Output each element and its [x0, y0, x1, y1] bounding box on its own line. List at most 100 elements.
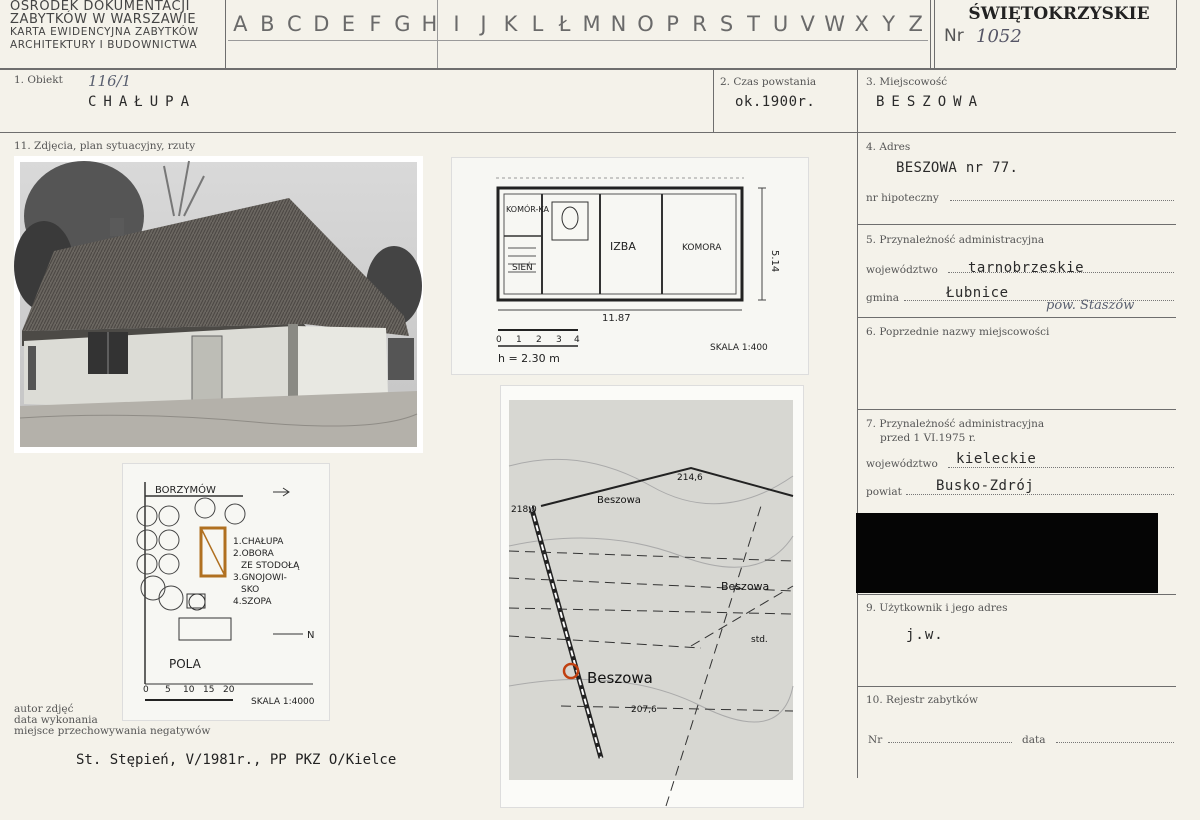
commune-value: Łubnice	[946, 285, 1009, 301]
scale-tick: 5	[165, 685, 171, 695]
legend-item: 4.SZOPA	[233, 597, 272, 607]
road-label: BORZYMÓW	[155, 483, 216, 496]
voivodeship-value: tarnobrzeskie	[968, 260, 1085, 276]
map-label: Beszowa	[597, 495, 641, 506]
index-letter: T	[747, 12, 760, 36]
field-6-label: 6. Poprzednie nazwy miejscowości	[866, 326, 1050, 338]
field-2-label: 2. Czas powstania	[720, 76, 817, 88]
index-letter: I	[453, 12, 460, 36]
index-letter: A	[233, 12, 248, 36]
cottage-photo-image	[14, 160, 422, 447]
author-line: St. Stępień, V/1981r., PP PKZ O/Kielce	[76, 752, 397, 768]
index-letter: R	[692, 12, 707, 36]
credits-labels: autor zdjęć data wykonania miejsce przec…	[14, 704, 210, 737]
voivodeship-label: województwo	[866, 264, 938, 276]
index-letter: S	[719, 12, 734, 36]
map-label: Beszowa	[587, 669, 653, 687]
former-county-label: powiat	[866, 486, 902, 498]
height-note: h = 2.30 m	[498, 352, 560, 365]
county-note: pow. Staszów	[1046, 298, 1135, 313]
index-letter: C	[286, 12, 302, 36]
index-letter: N	[610, 12, 627, 36]
index-letter: X	[854, 12, 869, 36]
field-11-label: 11. Zdjęcia, plan sytuacyjny, rzuty	[14, 140, 196, 152]
scale-tick: 1	[516, 335, 522, 345]
commune-label: gmina	[866, 292, 900, 304]
scale-tick: 4	[574, 335, 580, 345]
register-nr-label: Nr	[868, 734, 883, 746]
north-arrow: N	[307, 630, 314, 641]
institution-header: OŚRODEK DOKUMENTACJI ZABYTKÓW W WARSZAWI…	[10, 0, 225, 52]
floor-plan-scale: SKALA 1:400	[710, 343, 768, 353]
object-name: CHAŁUPA	[88, 94, 197, 110]
scale-tick: 15	[203, 685, 214, 695]
region-name: ŚWIĘTOKRZYSKIE	[968, 4, 1150, 24]
room-label-komorka: KOMÓR-KA	[506, 203, 550, 214]
index-letter: M	[582, 12, 601, 36]
field-7-sublabel: przed 1 VI.1975 r.	[880, 432, 976, 444]
former-voivodeship-value: kieleckie	[956, 451, 1037, 467]
index-letter: V	[800, 12, 815, 36]
object-code: 116/1	[88, 72, 132, 90]
former-voivodeship-label: województwo	[866, 458, 938, 470]
legend-item: ZE STODOŁĄ	[241, 561, 300, 571]
scale-tick: 20	[223, 685, 235, 695]
legend-item: SKO	[241, 585, 259, 595]
index-letter: F	[369, 12, 382, 36]
redacted-block	[856, 513, 1158, 593]
index-letter: E	[341, 12, 355, 36]
card-number: 1052	[976, 26, 1022, 47]
map-label: 214,6	[677, 473, 703, 483]
card-number-label: Nr	[944, 26, 964, 46]
index-letter: Z	[908, 12, 923, 36]
scale-tick: 0	[143, 685, 149, 695]
map-label: 207,6	[631, 705, 657, 715]
negative-place-label: miejsce przechowywania negatywów	[14, 725, 211, 737]
index-letter: K	[503, 12, 518, 36]
legend-item: 2.OBORA	[233, 549, 275, 559]
scale-tick: 2	[536, 335, 542, 345]
former-county-value: Busko-Zdrój	[936, 478, 1035, 494]
index-letter: U	[772, 12, 789, 36]
map-label: Beszowa	[721, 580, 769, 593]
topographic-map: Beszowa Beszowa Beszowa 214,6 218,0 207,…	[508, 400, 794, 807]
register-date-label: data	[1022, 734, 1046, 746]
width-dimension: 11.87	[602, 313, 631, 324]
index-letter: L	[531, 12, 544, 36]
house-photo	[14, 156, 423, 453]
site-plan: BORZYMÓW 1.CHAŁUPA 2.OBORA ZE STODOŁĄ 3.…	[122, 463, 330, 721]
index-letters: ABCDEFGHIJKLŁMNOPRSTUVWXYZ	[228, 12, 928, 36]
index-letter: Ł	[558, 12, 571, 36]
index-letter: W	[824, 12, 846, 36]
field-1-label: 1. Obiekt	[14, 74, 63, 86]
field-3-label: 3. Miejscowość	[866, 76, 948, 88]
depth-dimension: 5.14	[769, 250, 780, 272]
index-letter: P	[666, 12, 679, 36]
fields-label: POLA	[169, 657, 202, 671]
scale-tick: 3	[556, 335, 562, 345]
field-10-label: 10. Rejestr zabytków	[866, 694, 978, 706]
legend-item: 1.CHAŁUPA	[233, 537, 284, 547]
index-letter: Y	[882, 12, 896, 36]
construction-date: ok.1900r.	[735, 94, 816, 110]
field-5-label: 5. Przynależność administracyjna	[866, 234, 1045, 246]
org-line: ZABYTKÓW W WARSZAWIE	[10, 12, 197, 27]
room-label-komora: KOMORA	[682, 243, 722, 253]
mortgage-number-label: nr hipoteczny	[866, 192, 939, 204]
index-letter: G	[394, 12, 411, 36]
scale-tick: 0	[496, 335, 502, 345]
site-plan-drawing: BORZYMÓW 1.CHAŁUPA 2.OBORA ZE STODOŁĄ 3.…	[136, 482, 315, 707]
legend-item: 3.GNOJOWI-	[233, 573, 287, 583]
map-label: 218,0	[511, 505, 537, 515]
location-map: Beszowa Beszowa Beszowa 214,6 218,0 207,…	[500, 385, 804, 808]
index-letter: H	[421, 12, 438, 36]
floor-plan: KOMÓR-KA IZBA KOMORA SIEŃ 11.87 5.14 0 1…	[451, 157, 809, 375]
room-label-izba: IZBA	[610, 240, 636, 253]
org-line: ARCHITEKTURY I BUDOWNICTWA	[10, 39, 198, 51]
locality: BESZOWA	[876, 94, 985, 110]
site-plan-scale: SKALA 1:4000	[251, 697, 315, 707]
record-card: OŚRODEK DOKUMENTACJI ZABYTKÓW W WARSZAWI…	[0, 0, 1200, 820]
field-4-label: 4. Adres	[866, 141, 911, 153]
index-letter: B	[260, 12, 275, 36]
scale-tick: 10	[183, 685, 195, 695]
